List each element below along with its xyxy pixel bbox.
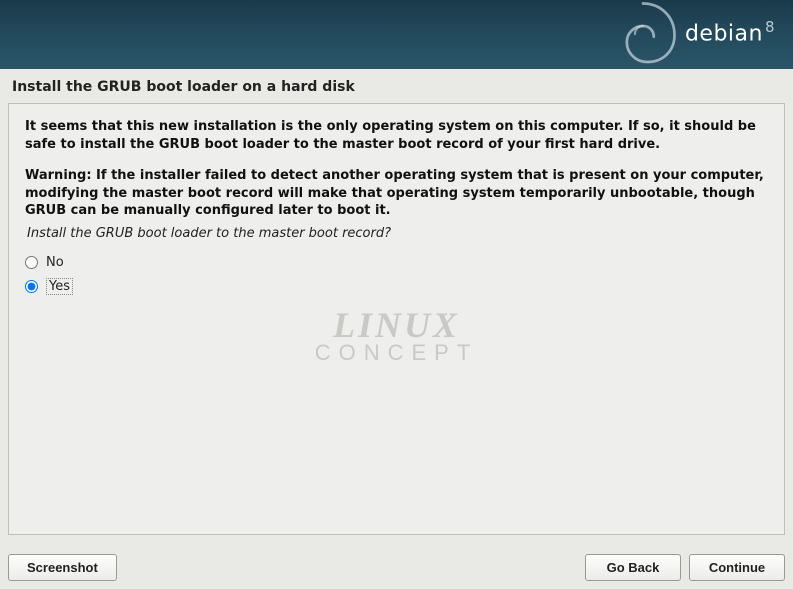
radio-no-label: No	[46, 255, 64, 270]
warning-label: Warning:	[25, 168, 92, 183]
radio-yes-input[interactable]	[25, 280, 38, 293]
radio-yes-label: Yes	[46, 278, 73, 295]
radio-option-no[interactable]: No	[25, 251, 768, 274]
screenshot-button[interactable]: Screenshot	[8, 554, 117, 581]
brand-version: 8	[765, 18, 775, 36]
content-panel: It seems that this new installation is t…	[8, 103, 785, 535]
brand-text: debian	[685, 21, 763, 46]
warning-text: Warning: If the installer failed to dete…	[25, 167, 768, 220]
watermark-line1: LINUX	[315, 304, 479, 346]
continue-button[interactable]: Continue	[689, 554, 785, 581]
debian-swirl-icon	[598, 0, 688, 69]
question-text: Install the GRUB boot loader to the mast…	[25, 226, 768, 241]
warning-body: If the installer failed to detect anothe…	[25, 168, 764, 218]
watermark-line2: CONCEPT	[315, 340, 479, 366]
go-back-button[interactable]: Go Back	[585, 554, 681, 581]
page-title: Install the GRUB boot loader on a hard d…	[0, 69, 793, 103]
installer-header: debian8	[0, 0, 793, 69]
brand-label: debian8	[685, 18, 775, 46]
radio-no-input[interactable]	[25, 256, 38, 269]
intro-text: It seems that this new installation is t…	[25, 118, 768, 153]
watermark: LINUX CONCEPT	[315, 304, 479, 366]
radio-option-yes[interactable]: Yes	[25, 274, 768, 299]
footer-bar: Screenshot Go Back Continue	[0, 546, 793, 589]
footer-right-group: Go Back Continue	[585, 554, 785, 581]
